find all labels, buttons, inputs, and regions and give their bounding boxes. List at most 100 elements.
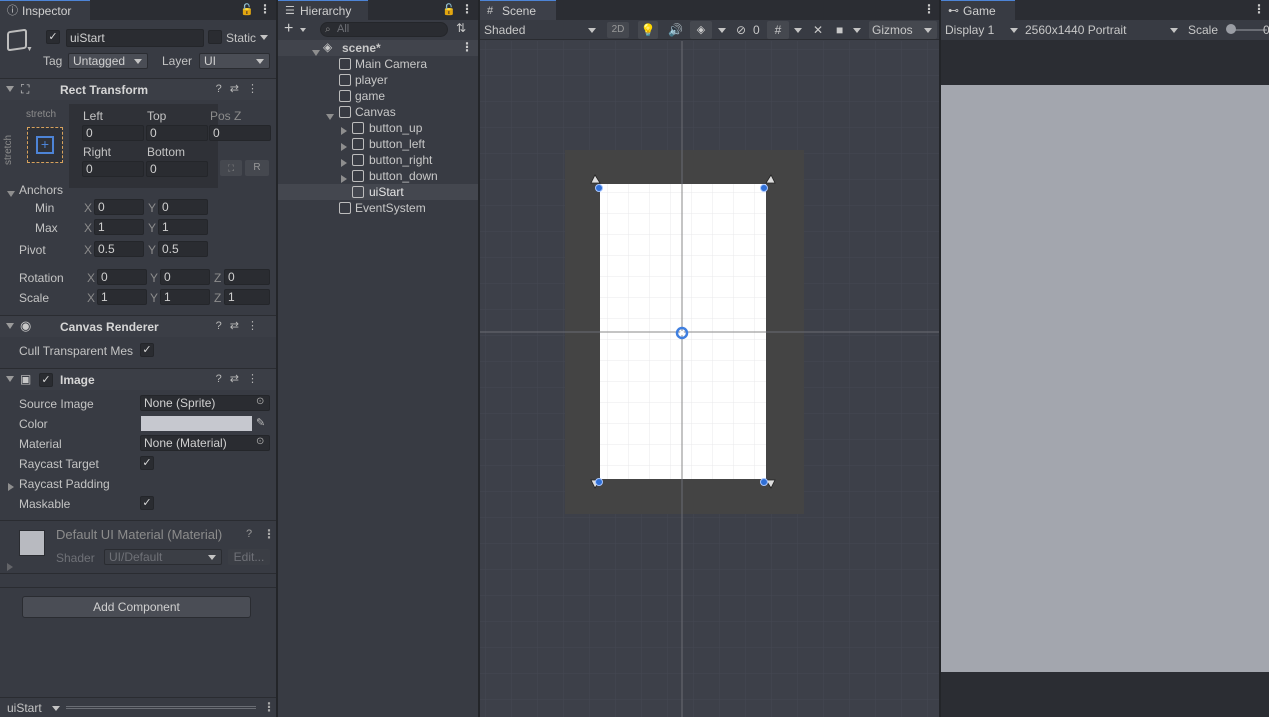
pivot-x-field[interactable]: 0.5 xyxy=(94,241,144,257)
chevron-down-icon[interactable] xyxy=(1170,28,1178,33)
chevron-down-icon[interactable] xyxy=(300,28,306,32)
active-checkbox[interactable]: ✓ xyxy=(46,30,60,44)
max-x-field[interactable]: 1 xyxy=(94,219,144,235)
min-y-field[interactable]: 0 xyxy=(158,199,208,215)
hidden-objects-icon[interactable]: ⊘ xyxy=(736,21,746,39)
panel-splitter[interactable] xyxy=(478,0,480,717)
chevron-down-icon[interactable] xyxy=(588,28,596,33)
raw-edit-button[interactable]: R xyxy=(245,160,269,176)
hierarchy-item-uistart[interactable]: uiStart xyxy=(369,184,404,200)
chevron-down-icon[interactable] xyxy=(718,28,726,33)
tools-icon[interactable]: ✕ xyxy=(813,21,823,39)
hierarchy-item-game[interactable]: game xyxy=(355,88,385,104)
shading-mode-dropdown[interactable]: Shaded xyxy=(484,21,525,39)
scale-slider-thumb[interactable] xyxy=(1226,24,1236,34)
camera-icon[interactable]: ■ xyxy=(836,21,843,39)
more-menu-icon[interactable]: ⋮ xyxy=(1253,2,1265,16)
more-menu-icon[interactable]: ⋮ xyxy=(259,2,271,16)
tab-hierarchy[interactable]: ☰ Hierarchy xyxy=(278,0,368,20)
static-checkbox[interactable] xyxy=(208,30,222,44)
hierarchy-item-eventsystem[interactable]: EventSystem xyxy=(355,200,426,216)
create-plus-icon[interactable]: + xyxy=(284,20,293,38)
expand-arrow-icon[interactable] xyxy=(341,124,347,138)
posz-field[interactable]: 0 xyxy=(209,125,271,141)
chevron-down-icon[interactable] xyxy=(924,28,932,33)
scale-y-field[interactable]: 1 xyxy=(160,289,210,305)
maskable-checkbox[interactable]: ✓ xyxy=(140,496,154,510)
more-menu-icon[interactable]: ⋮ xyxy=(461,2,473,16)
max-y-field[interactable]: 1 xyxy=(158,219,208,235)
sort-icon[interactable]: ⇅ xyxy=(456,21,466,35)
chevron-down-icon[interactable] xyxy=(853,28,861,33)
component-help-icons[interactable]: ?⇄⋮ xyxy=(216,319,266,332)
panel-splitter[interactable] xyxy=(939,0,941,717)
display-dropdown[interactable]: Display 1 xyxy=(945,21,994,39)
hierarchy-search-input[interactable]: ⌕ All xyxy=(320,22,448,37)
footer-resize-handle[interactable] xyxy=(66,706,256,709)
toggle-2d-button[interactable]: 2D xyxy=(607,22,629,38)
audio-icon[interactable]: 🔊 xyxy=(668,21,683,39)
material-fold-icon[interactable] xyxy=(7,560,13,574)
fold-arrow-icon[interactable] xyxy=(6,323,14,329)
resolution-dropdown[interactable]: 2560x1440 Portrait xyxy=(1025,21,1126,39)
left-field[interactable]: 0 xyxy=(82,125,144,141)
lighting-toggle[interactable]: 💡 xyxy=(638,21,658,39)
effects-toggle[interactable]: ◈ xyxy=(690,21,712,39)
pivot-y-field[interactable]: 0.5 xyxy=(158,241,208,257)
tab-scene[interactable]: # Scene xyxy=(480,0,556,20)
grid-toggle[interactable]: # xyxy=(767,21,789,39)
object-picker-icon[interactable]: ⊙ xyxy=(256,396,264,407)
expand-arrow-icon[interactable] xyxy=(341,156,347,170)
lock-icon[interactable]: 🔓 xyxy=(442,3,456,16)
cull-transparent-checkbox[interactable]: ✓ xyxy=(140,343,154,357)
image-header[interactable]: ▣ ✓ Image ?⇄⋮ xyxy=(0,368,276,390)
more-menu-icon[interactable]: ⋮ xyxy=(263,700,275,714)
game-viewport[interactable] xyxy=(941,85,1269,672)
hierarchy-item-main-camera[interactable]: Main Camera xyxy=(355,56,427,72)
top-field[interactable]: 0 xyxy=(146,125,208,141)
object-picker-icon[interactable]: ⊙ xyxy=(256,436,264,447)
chevron-down-icon[interactable] xyxy=(52,706,60,711)
more-menu-icon[interactable]: ⋮ xyxy=(461,40,473,54)
chevron-down-icon[interactable]: ▼ xyxy=(26,46,33,53)
image-enabled-checkbox[interactable]: ✓ xyxy=(39,373,53,387)
help-icon[interactable]: ? xyxy=(246,528,252,540)
bottom-field[interactable]: 0 xyxy=(146,161,208,177)
tag-dropdown[interactable]: Untagged xyxy=(68,53,148,69)
panel-splitter[interactable] xyxy=(276,0,278,717)
material-field[interactable]: None (Material) xyxy=(140,435,270,451)
rotation-y-field[interactable]: 0 xyxy=(160,269,210,285)
rect-transform-header[interactable]: ⛶ Rect Transform ?⇄⋮ xyxy=(0,78,276,100)
scene-viewport[interactable] xyxy=(480,41,939,717)
min-x-field[interactable]: 0 xyxy=(94,199,144,215)
component-help-icons[interactable]: ?⇄⋮ xyxy=(216,82,266,95)
anchor-preset-button[interactable]: + xyxy=(27,127,63,163)
layer-dropdown[interactable]: UI xyxy=(199,53,270,69)
hierarchy-item-button-down[interactable]: button_down xyxy=(369,168,438,184)
more-menu-icon[interactable]: ⋮ xyxy=(263,527,275,541)
scale-z-field[interactable]: 1 xyxy=(224,289,270,305)
anchors-fold-icon[interactable] xyxy=(7,186,15,200)
hierarchy-item-button-left[interactable]: button_left xyxy=(369,136,425,152)
chevron-down-icon[interactable] xyxy=(794,28,802,33)
scene-fold-icon[interactable] xyxy=(312,45,320,59)
scale-x-field[interactable]: 1 xyxy=(97,289,147,305)
raycast-target-checkbox[interactable]: ✓ xyxy=(140,456,154,470)
fold-arrow-icon[interactable] xyxy=(6,376,14,382)
color-swatch[interactable] xyxy=(141,416,252,431)
footer-object-label[interactable]: uiStart xyxy=(7,701,42,715)
right-field[interactable]: 0 xyxy=(82,161,144,177)
hierarchy-item-button-right[interactable]: button_right xyxy=(369,152,432,168)
source-image-field[interactable]: None (Sprite) xyxy=(140,395,270,411)
rotation-z-field[interactable]: 0 xyxy=(224,269,270,285)
add-component-button[interactable]: Add Component xyxy=(22,596,251,618)
anchors-label[interactable]: Anchors xyxy=(19,183,63,197)
raycast-padding-fold-icon[interactable] xyxy=(8,480,14,494)
canvas-fold-icon[interactable] xyxy=(326,109,334,123)
fold-arrow-icon[interactable] xyxy=(6,86,14,92)
rotation-x-field[interactable]: 0 xyxy=(97,269,147,285)
object-name-field[interactable]: uiStart xyxy=(66,29,204,47)
eyedropper-icon[interactable]: ✎ xyxy=(256,416,265,429)
expand-arrow-icon[interactable] xyxy=(341,140,347,154)
chevron-down-icon[interactable] xyxy=(1010,28,1018,33)
